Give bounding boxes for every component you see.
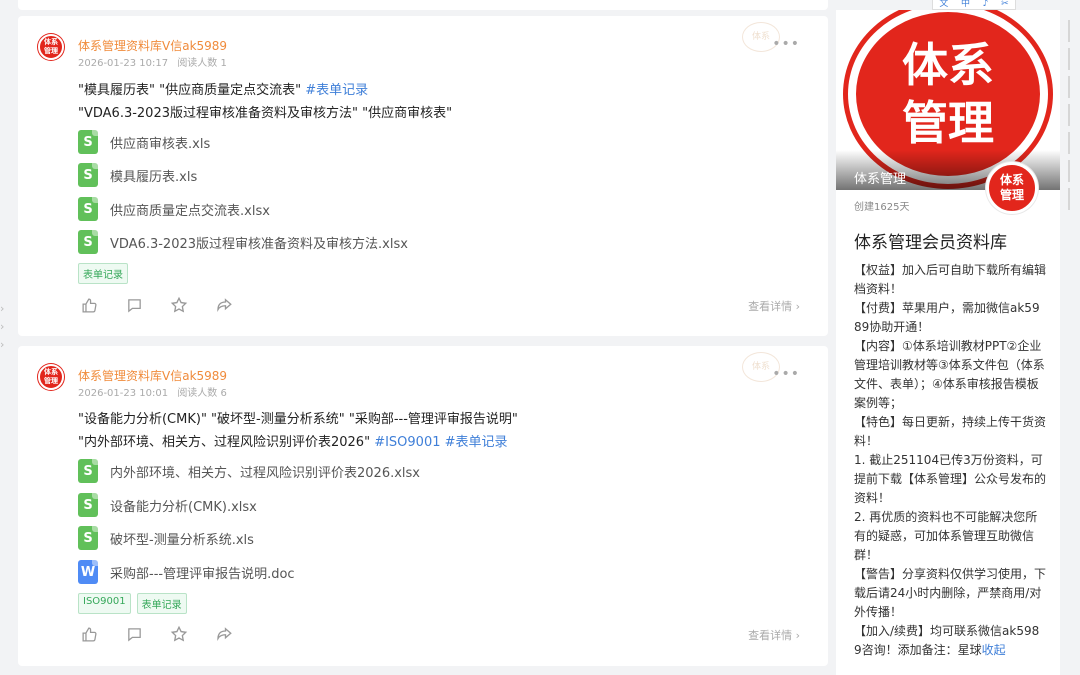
post-card: 体系 管理 体系管理资料库V信ak5989 2026-01-23 10:01 阅…: [18, 346, 828, 666]
file-attachment[interactable]: S 破坏型-测量分析系统.xls: [78, 525, 254, 551]
toolbar-item[interactable]: ✂: [1001, 0, 1009, 9]
post-meta: 2026-01-23 10:17 阅读人数 1: [78, 54, 233, 69]
group-info-panel: 体系 管理 体系管理 体系 管理 创建1625天 体系管理会员资料库 【权益】加…: [836, 10, 1060, 675]
toolbar-item[interactable]: 文: [939, 0, 948, 9]
more-options-icon[interactable]: •••: [772, 366, 800, 382]
post-actions: [78, 624, 258, 644]
group-cover-name: 体系管理: [854, 172, 907, 187]
spreadsheet-file-icon: S: [78, 197, 98, 221]
author-avatar[interactable]: 体系 管理: [38, 364, 64, 390]
spreadsheet-file-icon: S: [78, 526, 98, 550]
spreadsheet-file-icon: S: [78, 230, 98, 254]
chevron-right-icon[interactable]: ›: [0, 336, 10, 354]
tag-chip[interactable]: 表单记录: [136, 593, 187, 614]
hashtag-link[interactable]: #ISO9001 #表单记录: [374, 435, 507, 450]
tag-chip[interactable]: 表单记录: [78, 263, 128, 284]
file-attachment[interactable]: S VDA6.3-2023版过程审核准备资料及审核方法.xlsx: [78, 229, 408, 255]
file-name: 模具履历表.xls: [110, 169, 198, 185]
file-name: 供应商审核表.xls: [110, 136, 211, 152]
file-attachment[interactable]: S 设备能力分析(CMK).xlsx: [78, 492, 257, 518]
share-icon[interactable]: [213, 295, 235, 315]
word-file-icon: W: [78, 560, 98, 584]
spreadsheet-file-icon: S: [78, 163, 98, 187]
post-title-line: "模具履历表" "供应商质量定点交流表" #表单记录: [78, 83, 369, 98]
author-name[interactable]: 体系管理资料库V信ak5989: [78, 37, 227, 54]
file-name: 破坏型-测量分析系统.xls: [110, 532, 254, 548]
file-attachment[interactable]: S 内外部环境、相关方、过程风险识别评价表2026.xlsx: [78, 458, 420, 484]
file-attachment[interactable]: S 供应商质量定点交流表.xlsx: [78, 196, 270, 222]
group-title: 体系管理会员资料库: [854, 233, 1007, 253]
file-attachment[interactable]: W 采购部---管理评审报告说明.doc: [78, 559, 295, 585]
spreadsheet-file-icon: S: [78, 459, 98, 483]
file-name: 供应商质量定点交流表.xlsx: [110, 203, 270, 219]
post-date: 2026-01-23 10:17: [78, 58, 169, 69]
post-title-line: "VDA6.3-2023版过程审核准备资料及审核方法" "供应商审核表": [78, 106, 453, 121]
comment-icon[interactable]: [123, 295, 145, 315]
file-name: 内外部环境、相关方、过程风险识别评价表2026.xlsx: [110, 465, 420, 481]
spreadsheet-file-icon: S: [78, 493, 98, 517]
floating-toolbar: 文 中 ♪ ✂: [932, 0, 1016, 10]
chevron-right-icon[interactable]: ›: [0, 318, 10, 336]
author-name[interactable]: 体系管理资料库V信ak5989: [78, 367, 227, 384]
left-edge-arrows: › › ›: [0, 300, 10, 354]
star-icon[interactable]: [168, 295, 190, 315]
like-icon[interactable]: [78, 295, 100, 315]
post-card: 体系 管理 体系管理资料库V信ak5989 2026-01-23 10:17 阅…: [18, 16, 828, 336]
previous-card-edge: [18, 0, 828, 10]
post-feed: 体系 管理 体系管理资料库V信ak5989 2026-01-23 10:17 阅…: [18, 0, 828, 675]
post-meta: 2026-01-23 10:01 阅读人数 6: [78, 384, 233, 399]
comment-icon[interactable]: [123, 624, 145, 644]
group-description: 【权益】加入后可自助下载所有编辑档资料！ 【付费】苹果用户，需加微信ak5989…: [854, 263, 1047, 657]
post-date: 2026-01-23 10:01: [78, 388, 169, 399]
collapse-link[interactable]: 收起: [982, 643, 1006, 657]
file-attachment[interactable]: S 模具履历表.xls: [78, 162, 197, 188]
view-details-link[interactable]: 查看详情 ›: [748, 627, 800, 643]
share-icon[interactable]: [213, 624, 235, 644]
toolbar-item[interactable]: ♪: [983, 0, 989, 9]
right-edge-scrollbar[interactable]: [1068, 20, 1080, 216]
more-options-icon[interactable]: •••: [772, 36, 800, 52]
view-details-link[interactable]: 查看详情 ›: [748, 298, 800, 314]
created-days: 创建1625天: [854, 202, 910, 213]
group-avatar[interactable]: 体系 管理: [986, 162, 1038, 214]
author-avatar[interactable]: 体系 管理: [38, 34, 64, 60]
like-icon[interactable]: [78, 624, 100, 644]
file-name: VDA6.3-2023版过程审核准备资料及审核方法.xlsx: [110, 236, 408, 252]
post-views: 阅读人数 6: [177, 388, 227, 399]
file-attachment[interactable]: S 供应商审核表.xls: [78, 129, 210, 155]
star-icon[interactable]: [168, 624, 190, 644]
file-name: 采购部---管理评审报告说明.doc: [110, 566, 295, 582]
chevron-right-icon[interactable]: ›: [0, 300, 10, 318]
post-title-line: "内外部环境、相关方、过程风险识别评价表2026" #ISO9001 #表单记录: [78, 435, 508, 450]
post-views: 阅读人数 1: [177, 58, 227, 69]
post-title-line: "设备能力分析(CMK)" "破坏型-测量分析系统" "采购部---管理评审报告…: [78, 412, 518, 427]
tag-chip[interactable]: ISO9001: [78, 593, 131, 614]
hashtag-link[interactable]: #表单记录: [305, 83, 368, 98]
file-name: 设备能力分析(CMK).xlsx: [110, 499, 257, 515]
spreadsheet-file-icon: S: [78, 130, 98, 154]
group-cover-image: 体系 管理: [836, 10, 1060, 190]
tag-list: ISO9001 表单记录: [78, 593, 193, 614]
post-actions: [78, 295, 258, 315]
toolbar-item[interactable]: 中: [961, 0, 970, 9]
tag-list: 表单记录: [78, 263, 134, 284]
